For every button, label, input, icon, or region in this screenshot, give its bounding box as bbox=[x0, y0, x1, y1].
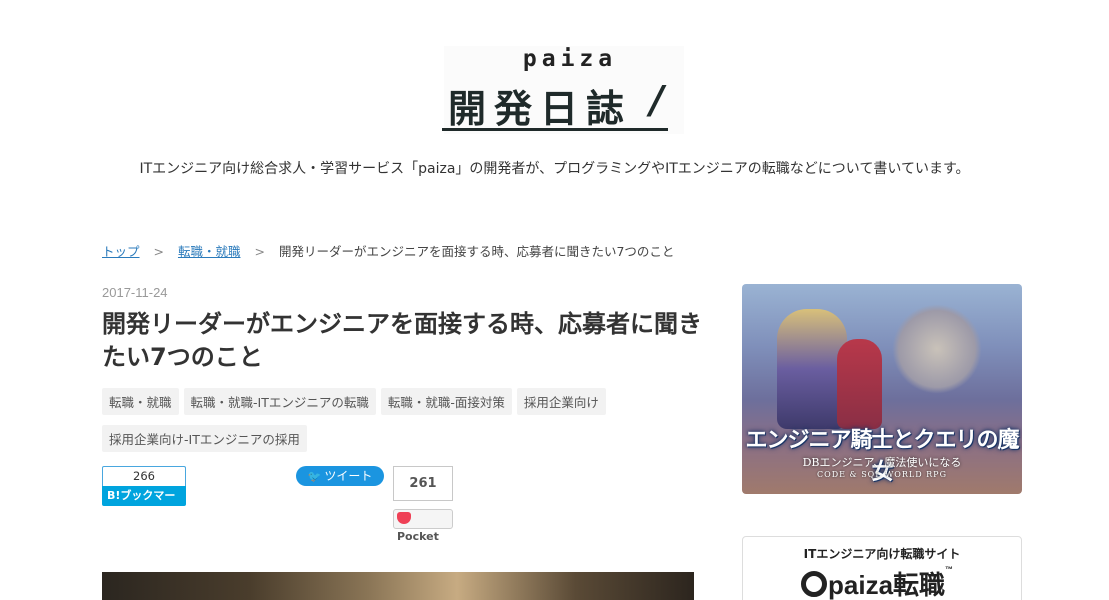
tweet-label: ツイート bbox=[324, 469, 373, 483]
tag-link[interactable]: 採用企業向け bbox=[516, 388, 606, 415]
banner-witch-illustration bbox=[837, 339, 882, 429]
breadcrumb: トップ > 転職・就職 > 開発リーダーがエンジニアを面接する時、応募者に聞きた… bbox=[102, 241, 674, 260]
hatena-bookmark-widget[interactable]: 266 B!ブックマーク bbox=[102, 466, 186, 522]
breadcrumb-separator: > bbox=[153, 244, 164, 259]
pocket-count[interactable]: 261 bbox=[393, 466, 453, 501]
game-banner[interactable]: エンジニア騎士とクエリの魔女 DBエンジニア、魔法使いになる CODE & SQ… bbox=[742, 284, 1022, 494]
article-date[interactable]: 2017-11-24 bbox=[102, 285, 168, 300]
hatena-bookmark-button[interactable]: B!ブックマーク bbox=[102, 486, 186, 522]
breadcrumb-link-top[interactable]: トップ bbox=[102, 244, 140, 259]
banner-castle-illustration bbox=[892, 304, 982, 394]
logo-slash: / bbox=[650, 78, 664, 122]
tag-link[interactable]: 転職・就職-面接対策 bbox=[380, 388, 512, 415]
trademark-mark: ™ bbox=[945, 565, 954, 574]
logo-title-text: 開発日誌 bbox=[448, 87, 633, 131]
article-hero-image bbox=[102, 572, 694, 600]
pocket-icon bbox=[397, 512, 411, 524]
banner-subtitle: DBエンジニア、魔法使いになる bbox=[802, 456, 962, 469]
tag-link[interactable]: 転職・就職 bbox=[102, 388, 179, 415]
article-tags: 転職・就職 転職・就職-ITエンジニアの転職 転職・就職-面接対策 採用企業向け採用企… bbox=[102, 388, 612, 462]
tag-link[interactable]: 採用企業向け-ITエンジニアの採用 bbox=[102, 425, 307, 452]
paiza-job-box[interactable]: ITエンジニア向け転職サイト paiza転職™ bbox=[742, 536, 1022, 600]
logo-underline bbox=[442, 128, 668, 131]
breadcrumb-current: 開発リーダーがエンジニアを面接する時、応募者に聞きたい7つのこと bbox=[278, 244, 675, 259]
banner-tagline: CODE & SQL WORLD RPG bbox=[817, 470, 947, 479]
site-tagline: ITエンジニア向け総合求人・学習サービス「paiza」の開発者が、プログラミング… bbox=[139, 161, 970, 177]
twitter-bird-icon: 🐦 bbox=[307, 470, 322, 483]
pocket-button[interactable]: Pocket bbox=[393, 509, 453, 543]
pocket-label: Pocket bbox=[397, 530, 439, 543]
paiza-job-logo[interactable]: paiza転職™ bbox=[801, 565, 953, 600]
pocket-widget[interactable]: 261 Pocket bbox=[393, 466, 453, 543]
paiza-job-logo-text: paiza転職 bbox=[828, 570, 946, 600]
article-title[interactable]: 開発リーダーがエンジニアを面接する時、応募者に聞きたい7つのこと bbox=[102, 308, 702, 374]
tag-link[interactable]: 転職・就職-ITエンジニアの転職 bbox=[183, 388, 376, 415]
paiza-logo-icon bbox=[801, 571, 827, 597]
site-header: paiza 開発日誌 / ITエンジニア向け総合求人・学習サービス「paiza」… bbox=[0, 0, 1109, 200]
hatena-bookmark-count[interactable]: 266 bbox=[102, 466, 186, 486]
logo-paiza-text: paiza bbox=[522, 46, 618, 72]
site-logo[interactable]: paiza 開発日誌 / bbox=[440, 44, 690, 136]
tweet-button[interactable]: 🐦 ツイート bbox=[296, 466, 384, 486]
breadcrumb-separator: > bbox=[254, 244, 265, 259]
breadcrumb-link-category[interactable]: 転職・就職 bbox=[178, 244, 241, 259]
jobbox-label: ITエンジニア向け転職サイト bbox=[803, 547, 961, 561]
